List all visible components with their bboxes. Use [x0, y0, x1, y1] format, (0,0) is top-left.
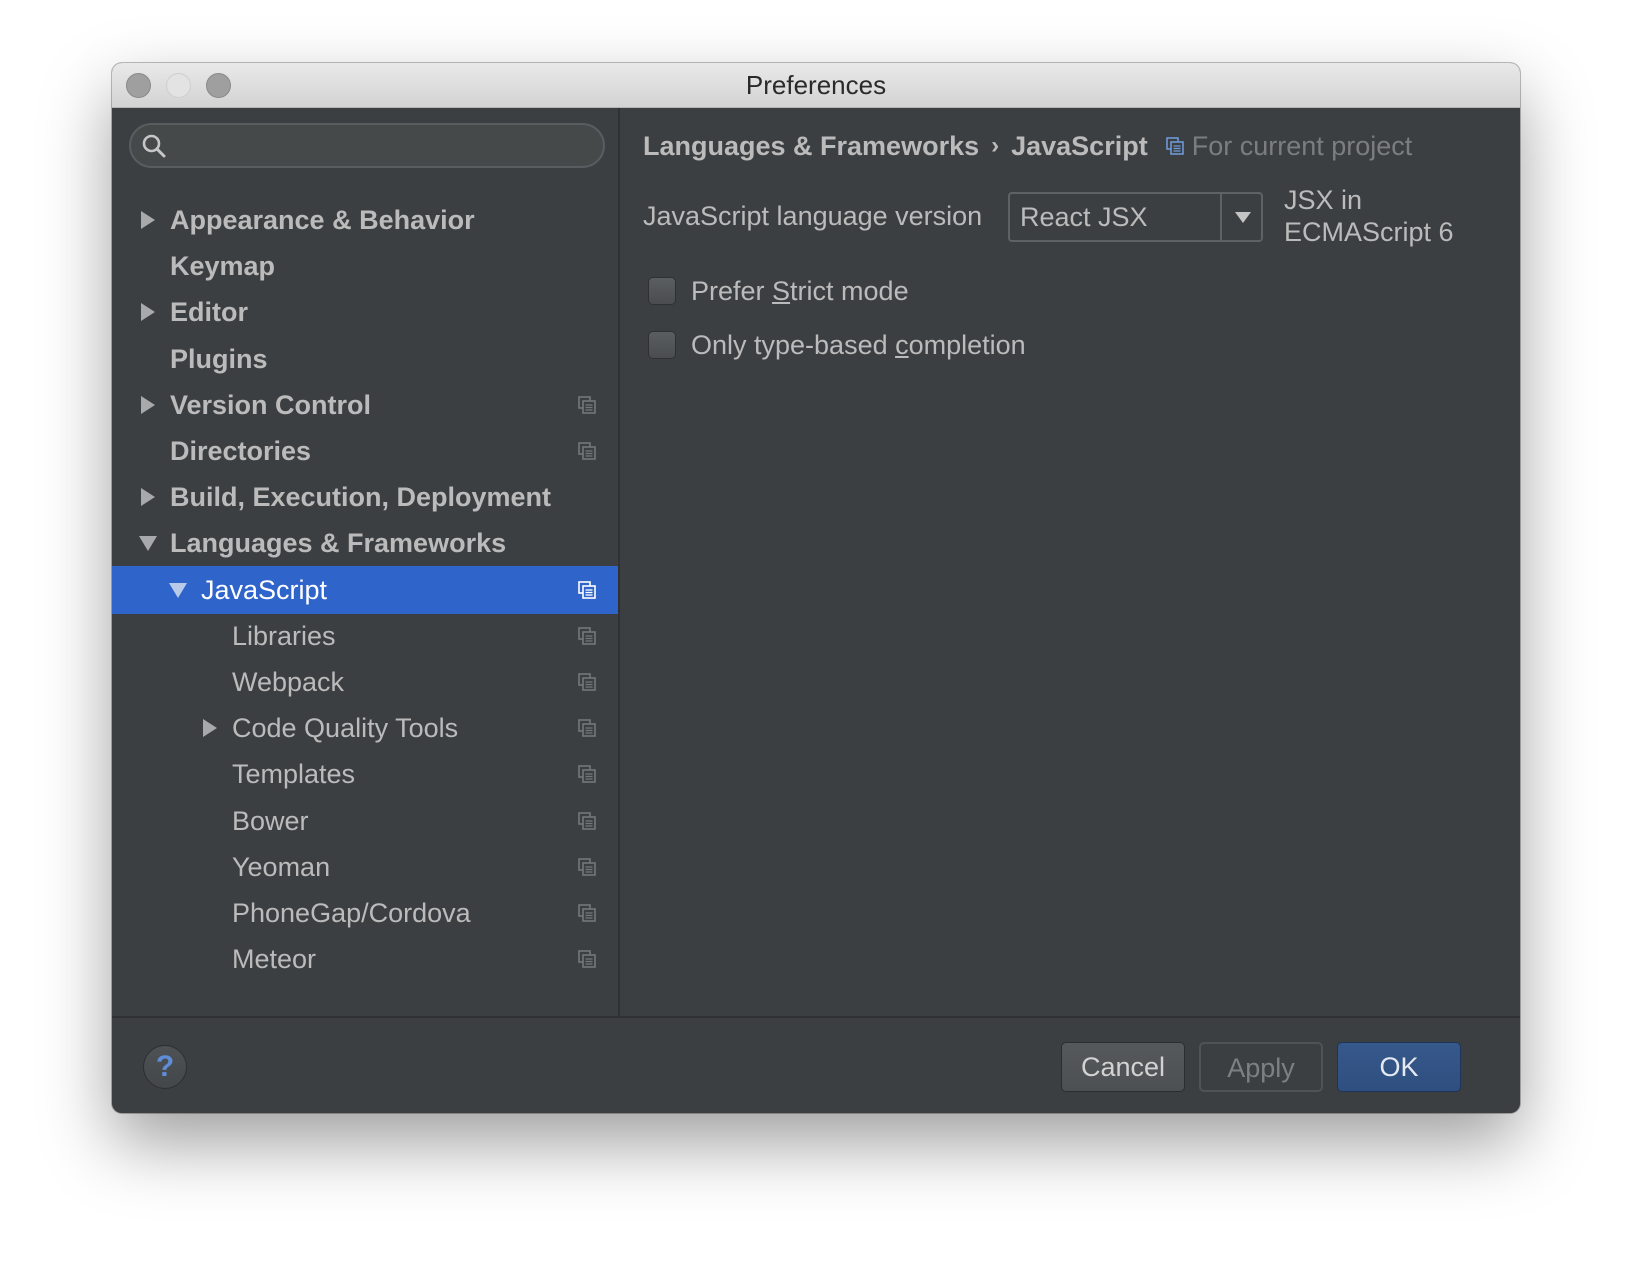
preferences-window: Preferences Appearance & Behavior Keymap E…	[112, 63, 1520, 1113]
prefer-strict-mode-option[interactable]: Prefer Strict mode	[648, 273, 909, 309]
language-version-select[interactable]: React JSX	[1008, 192, 1263, 242]
apply-button[interactable]: Apply	[1199, 1042, 1323, 1092]
expand-arrow-icon[interactable]	[136, 381, 160, 429]
sidebar-item-label: Meteor	[232, 944, 317, 974]
sidebar-item-bower[interactable]: Bower	[112, 797, 618, 845]
window-title: Preferences	[745, 70, 887, 100]
sidebar-item-editor[interactable]: Editor	[112, 288, 618, 336]
project-level-icon	[578, 673, 596, 691]
sidebar-item-label: Appearance & Behavior	[170, 205, 475, 235]
project-level-icon	[578, 812, 596, 830]
breadcrumb-parent: Languages & Frameworks	[643, 131, 980, 161]
sidebar-item-libraries[interactable]: Libraries	[112, 612, 618, 660]
sidebar-item-label: Languages & Frameworks	[170, 528, 507, 558]
breadcrumb: Languages & Frameworks › JavaScript For …	[643, 128, 1412, 164]
expand-arrow-icon[interactable]	[198, 704, 222, 752]
expand-arrow-icon[interactable]	[136, 288, 160, 336]
type-based-completion-option[interactable]: Only type-based completion	[648, 327, 1026, 363]
sidebar-item-label: Keymap	[170, 251, 276, 281]
project-level-icon	[578, 581, 596, 599]
sidebar-item-templates[interactable]: Templates	[112, 750, 618, 798]
sidebar-item-label: Code Quality Tools	[232, 713, 459, 743]
sidebar-item-phonegap-cordova[interactable]: PhoneGap/Cordova	[112, 889, 618, 937]
language-version-label: JavaScript language version	[643, 201, 983, 231]
settings-content: Languages & Frameworks › JavaScript For …	[622, 108, 1520, 1016]
sidebar-item-yeoman[interactable]: Yeoman	[112, 843, 618, 891]
sidebar-item-label: JavaScript	[201, 575, 328, 605]
search-input[interactable]	[175, 131, 595, 161]
collapse-arrow-icon[interactable]	[166, 566, 190, 614]
project-level-icon	[578, 627, 596, 645]
sidebar-item-keymap[interactable]: Keymap	[112, 242, 618, 290]
sidebar-item-label: Templates	[232, 759, 356, 789]
sidebar-item-directories[interactable]: Directories	[112, 427, 618, 475]
title-bar: Preferences	[112, 63, 1520, 108]
sidebar-item-label: Yeoman	[232, 852, 331, 882]
project-scope-icon	[1165, 137, 1184, 155]
sidebar-item-label: Editor	[170, 297, 248, 327]
language-version-description: JSX in ECMAScript 6	[1284, 185, 1454, 247]
combo-divider	[1220, 194, 1222, 240]
sidebar-item-meteor[interactable]: Meteor	[112, 935, 618, 983]
prefer-strict-mode-checkbox[interactable]	[648, 277, 676, 305]
search-icon	[142, 134, 166, 158]
project-level-icon	[578, 950, 596, 968]
breadcrumb-separator: ›	[991, 132, 1000, 159]
ok-button[interactable]: OK	[1337, 1042, 1461, 1092]
sidebar-item-label: Plugins	[170, 344, 268, 374]
expand-arrow-icon[interactable]	[136, 473, 160, 521]
dialog-footer: ? Cancel Apply OK	[112, 1016, 1520, 1113]
sidebar-item-label: Version Control	[170, 390, 372, 420]
type-based-completion-checkbox[interactable]	[648, 331, 676, 359]
type-based-completion-label: Only type-based completion	[691, 329, 1026, 360]
sidebar-item-code-quality-tools[interactable]: Code Quality Tools	[112, 704, 618, 752]
collapse-arrow-icon[interactable]	[136, 519, 160, 567]
sidebar-item-label: Webpack	[232, 667, 345, 697]
project-level-icon	[578, 442, 596, 460]
sidebar-item-label: Directories	[170, 436, 312, 466]
help-button[interactable]: ?	[143, 1045, 187, 1089]
chevron-down-icon[interactable]	[1226, 194, 1259, 240]
expand-arrow-icon[interactable]	[136, 196, 160, 244]
project-level-icon	[578, 904, 596, 922]
sidebar-item-plugins[interactable]: Plugins	[112, 335, 618, 383]
sidebar-item-label: Bower	[232, 806, 309, 836]
prefer-strict-mode-label: Prefer Strict mode	[691, 275, 909, 306]
project-level-icon	[578, 719, 596, 737]
sidebar-item-build-execution-deployment[interactable]: Build, Execution, Deployment	[112, 473, 618, 521]
project-level-icon	[578, 765, 596, 783]
sidebar-item-version-control[interactable]: Version Control	[112, 381, 618, 429]
sidebar-item-languages-frameworks[interactable]: Languages & Frameworks	[112, 519, 618, 567]
cancel-button[interactable]: Cancel	[1061, 1042, 1185, 1092]
project-level-icon	[578, 396, 596, 414]
settings-sidebar: Appearance & Behavior Keymap Editor Plugins…	[112, 108, 620, 1016]
sidebar-item-label: Libraries	[232, 621, 336, 651]
sidebar-item-javascript[interactable]: JavaScript	[112, 566, 618, 614]
sidebar-item-webpack[interactable]: Webpack	[112, 658, 618, 706]
language-version-value: React JSX	[1020, 202, 1148, 232]
sidebar-item-appearance-behavior[interactable]: Appearance & Behavior	[112, 196, 618, 244]
sidebar-item-label: PhoneGap/Cordova	[232, 898, 471, 928]
breadcrumb-current: JavaScript	[1011, 131, 1148, 161]
project-level-icon	[578, 858, 596, 876]
scope-label: For current project	[1191, 131, 1413, 161]
sidebar-item-label: Build, Execution, Deployment	[170, 482, 552, 512]
search-box[interactable]	[129, 123, 605, 168]
